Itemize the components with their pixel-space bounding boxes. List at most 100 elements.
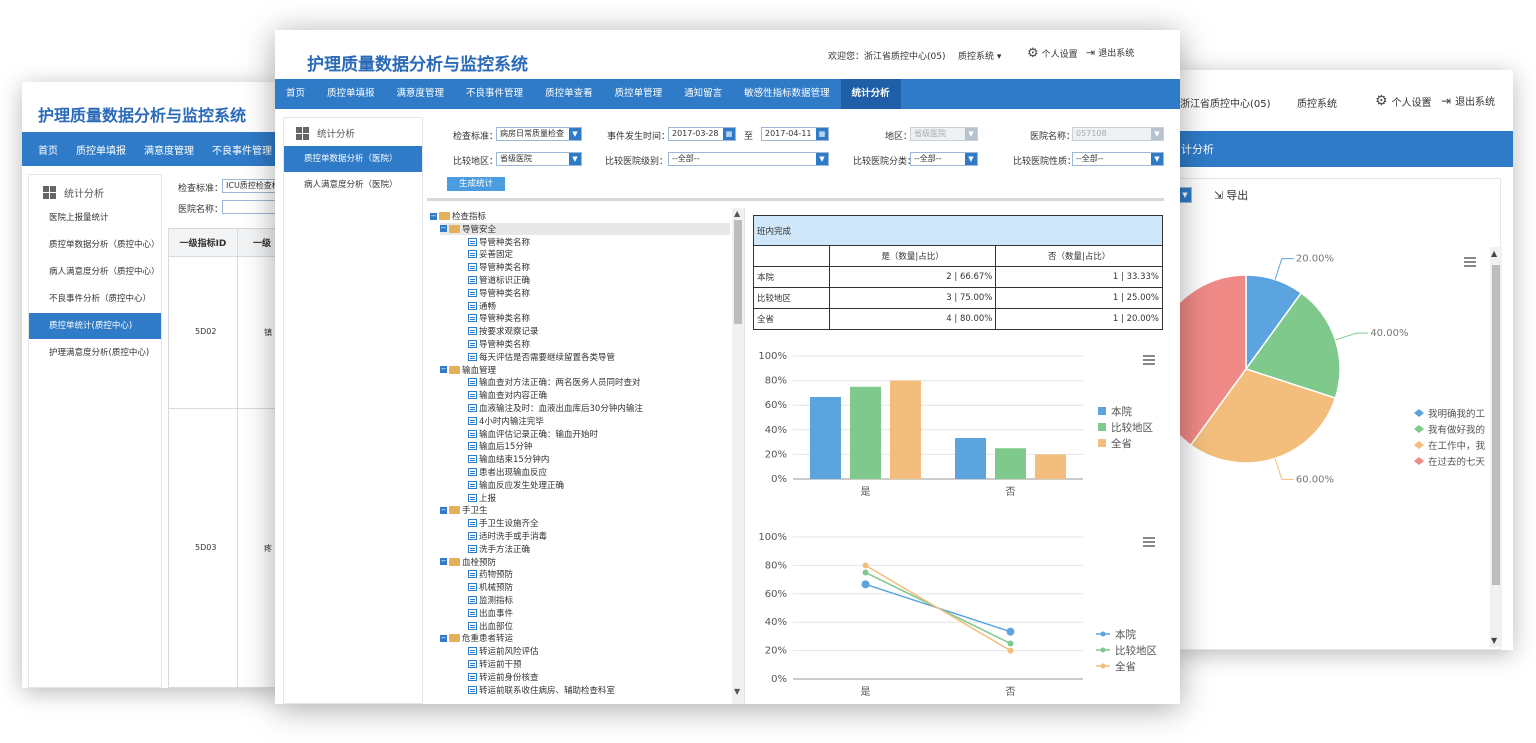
tree-node[interactable]: 输血评估记录正确：输血开始时 xyxy=(468,428,598,440)
legend-label: 我有做好我的 xyxy=(1428,424,1485,436)
nav-item-1[interactable]: 质控单填报 xyxy=(316,79,386,109)
left-nav-adverse[interactable]: 不良事件管理 xyxy=(212,142,272,157)
tree-node[interactable]: 每天评估是否需要继续留置各类导管 xyxy=(468,351,615,363)
left-filter-select[interactable]: ICU质控检查标 xyxy=(222,179,280,193)
compare-region-select[interactable]: 省级医院 ▼ xyxy=(496,152,582,166)
tree-node[interactable]: 管道标识正确 xyxy=(468,274,530,286)
tree-node[interactable]: 导管种类名称 xyxy=(468,287,530,299)
compare-level-select[interactable]: --全部-- ▼ xyxy=(668,152,829,166)
right-personal[interactable]: ⚙ 个人设置 xyxy=(1375,93,1432,109)
tree-node[interactable]: − 危重患者转运 xyxy=(440,632,513,644)
sidebar-item[interactable]: 不良事件分析（质控中心） xyxy=(29,286,161,312)
pie-label: 40.00% xyxy=(1370,328,1408,339)
y-tick-label: 100% xyxy=(758,532,787,543)
tree-node[interactable]: 手卫生设施齐全 xyxy=(468,517,539,529)
document-icon xyxy=(468,237,477,246)
tree-node[interactable]: 出血部位 xyxy=(468,620,513,632)
tree-node[interactable]: 按要求观察记录 xyxy=(468,325,539,337)
y-tick-label: 20% xyxy=(765,646,787,657)
left-hospital-input[interactable] xyxy=(222,200,280,214)
tree-node[interactable]: 导管种类名称 xyxy=(468,338,530,350)
line-menu-icon[interactable] xyxy=(1143,537,1155,547)
system-menu[interactable]: 质控系统 ▾ xyxy=(958,49,1001,62)
date-from-input[interactable]: 2017-03-28 ▦ xyxy=(668,127,736,141)
tree-node[interactable]: 血液输注及时：血液出血库后30分钟内输注 xyxy=(468,402,643,414)
nav-item-0[interactable]: 首页 xyxy=(275,79,316,109)
tree-node[interactable]: 药物预防 xyxy=(468,568,513,580)
left-nav-satisfaction[interactable]: 满意度管理 xyxy=(144,142,194,157)
sidebar-item[interactable]: 护理满意度分析(质控中心) xyxy=(29,340,161,366)
tree-node[interactable]: 出血事件 xyxy=(468,607,513,619)
gear-icon: ⚙ xyxy=(1027,46,1039,61)
legend-marker xyxy=(1100,631,1106,637)
tree-node[interactable]: 洗手方法正确 xyxy=(468,543,530,555)
tree-node[interactable]: 输血后15分钟 xyxy=(468,440,532,452)
nav-item-3[interactable]: 不良事件管理 xyxy=(455,79,534,109)
hospital-select[interactable]: 057108 ▼ xyxy=(1072,127,1164,141)
tree-node[interactable]: − 输血管理 xyxy=(440,364,496,376)
tree-node[interactable]: − 手卫生 xyxy=(440,504,488,516)
tree-node[interactable]: 通畅 xyxy=(468,300,496,312)
collapse-icon[interactable]: − xyxy=(440,506,447,514)
tree-node[interactable]: 适时洗手或手消毒 xyxy=(468,530,547,542)
tree-node[interactable]: 导管种类名称 xyxy=(468,312,530,324)
region-select[interactable]: 省级医院 ▼ xyxy=(910,127,978,141)
nav-item-6[interactable]: 通知留言 xyxy=(673,79,733,109)
tree-node[interactable]: 导管种类名称 xyxy=(468,236,530,248)
bar xyxy=(955,438,986,479)
tree-node[interactable]: 导管种类名称 xyxy=(468,261,530,273)
sidebar-item[interactable]: 质控单数据分析（质控中心） xyxy=(29,232,161,258)
generate-button[interactable]: 生成统计 xyxy=(447,177,505,191)
tree-node[interactable]: 转运前风险评估 xyxy=(468,645,539,657)
sidebar-item[interactable]: 病人满意度分析（医院） xyxy=(284,172,422,198)
tree-node[interactable]: − 检查指标 xyxy=(430,210,486,222)
logout-link[interactable]: ⇥ 退出系统 xyxy=(1086,46,1134,59)
sidebar-item[interactable]: 质控单统计(质控中心) xyxy=(29,313,161,339)
tree-node[interactable]: 4小时内输注完毕 xyxy=(468,415,544,427)
tree-node[interactable]: 输血结束15分钟内 xyxy=(468,453,549,465)
sidebar-item[interactable]: 病人满意度分析（质控中心） xyxy=(29,259,161,285)
legend-label: 我明确我的工 xyxy=(1428,408,1486,420)
personal-settings[interactable]: ⚙ 个人设置 xyxy=(1027,46,1078,61)
nav-item-5[interactable]: 质控单管理 xyxy=(604,79,674,109)
tree-node[interactable]: 转运前联系收住病房、辅助检查科室 xyxy=(468,684,615,696)
bar-menu-icon[interactable] xyxy=(1143,355,1155,365)
export-button[interactable]: ⇲ 导出 xyxy=(1214,187,1248,203)
right-scrollbar[interactable]: ▲ ▼ xyxy=(1490,247,1502,647)
right-logout[interactable]: ⇥ 退出系统 xyxy=(1441,93,1495,109)
right-nav-stats[interactable]: 计分析 xyxy=(1175,141,1214,157)
compare-class-select[interactable]: --全部-- ▼ xyxy=(910,152,978,166)
sidebar-item[interactable]: 质控单数据分析（医院） xyxy=(284,146,422,172)
tree-node[interactable]: 转运前干预 xyxy=(468,658,522,670)
left-nav-home[interactable]: 首页 xyxy=(38,142,58,157)
tree-node[interactable]: 上报 xyxy=(468,492,496,504)
tree-node[interactable]: 机械预防 xyxy=(468,581,513,593)
nav-item-4[interactable]: 质控单查看 xyxy=(534,79,604,109)
tree-node[interactable]: 患者出现输血反应 xyxy=(468,466,547,478)
sidebar-item[interactable]: 医院上报量统计 xyxy=(29,205,161,231)
date-to-input[interactable]: 2017-04-11 ▦ xyxy=(761,127,829,141)
left-nav-fill[interactable]: 质控单填报 xyxy=(76,142,126,157)
collapse-icon[interactable]: − xyxy=(440,634,447,642)
collapse-icon[interactable]: − xyxy=(430,212,437,220)
collapse-icon[interactable]: − xyxy=(440,558,447,566)
tree-node[interactable]: 监测指标 xyxy=(468,594,513,606)
nav-item-2[interactable]: 满意度管理 xyxy=(386,79,456,109)
right-system-menu[interactable]: 质控系统 xyxy=(1297,95,1337,110)
tree-node[interactable]: 妥善固定 xyxy=(468,248,513,260)
caret-down-icon: ▾ xyxy=(994,52,1002,62)
tree-node[interactable]: − 血栓预防 xyxy=(440,556,496,568)
tree-node[interactable]: − 导管安全 xyxy=(440,222,730,235)
nav-item-7[interactable]: 敏感性指标数据管理 xyxy=(733,79,841,109)
collapse-icon[interactable]: − xyxy=(440,366,447,374)
nav-item-8[interactable]: 统计分析 xyxy=(840,79,901,109)
tree-node[interactable]: 输血查对方法正确：两名医务人员同时查对 xyxy=(468,376,641,388)
standard-select[interactable]: 病房日常质量检查 ▼ xyxy=(496,127,582,141)
right-nav: 计分析 xyxy=(1175,131,1513,167)
tree-node[interactable]: 输血反应发生处理正确 xyxy=(468,479,564,491)
collapse-icon[interactable]: − xyxy=(440,225,447,233)
tree-node[interactable]: 转运前身份核查 xyxy=(468,671,539,683)
tree-node[interactable]: 输血查对内容正确 xyxy=(468,389,547,401)
compare-nature-select[interactable]: --全部-- ▼ xyxy=(1072,152,1164,166)
tree-scrollbar[interactable]: ▲ ▼ xyxy=(732,208,744,704)
